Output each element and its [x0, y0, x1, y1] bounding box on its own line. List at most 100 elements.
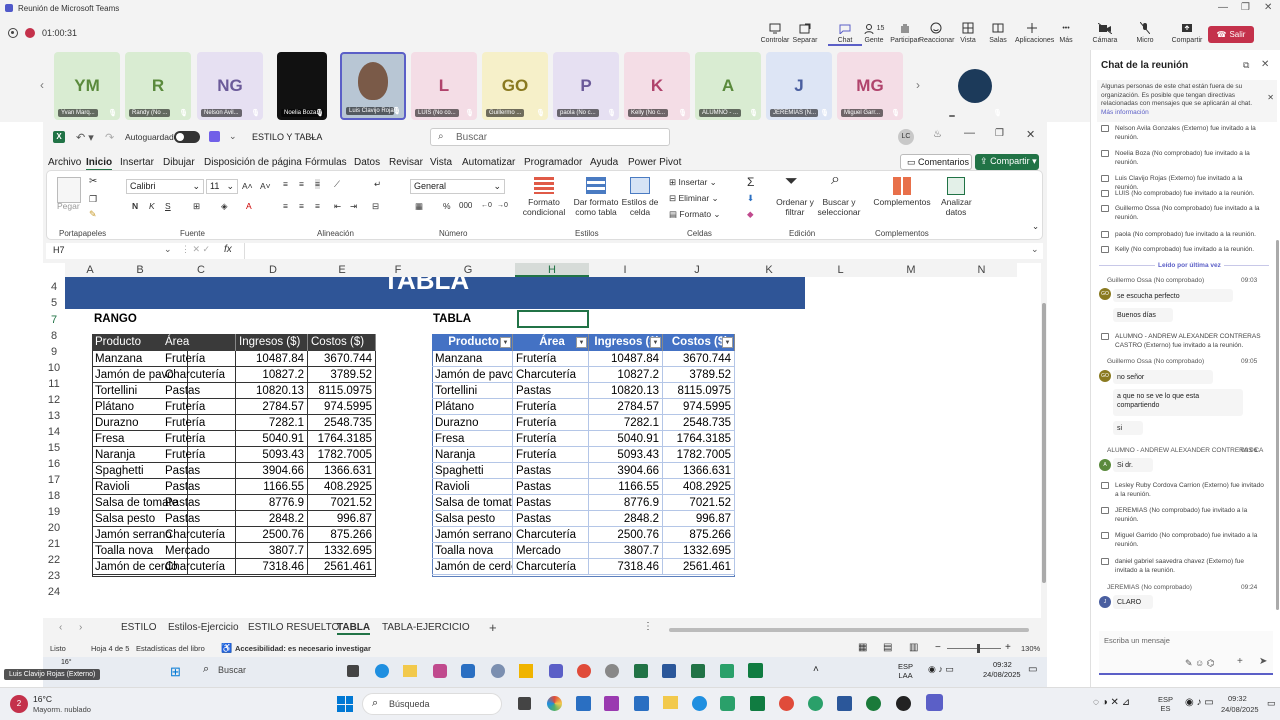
table-cell[interactable]: Ravioli [432, 479, 513, 495]
status-stats[interactable]: Estadísticas del libro [136, 644, 205, 653]
formula-input[interactable] [244, 243, 1040, 259]
inner-teams-icon[interactable] [549, 664, 563, 678]
inner-app6-icon[interactable] [691, 664, 705, 678]
ribbon-tab-11[interactable]: Ayuda [590, 157, 618, 168]
participant-tile[interactable]: 🎙 [945, 52, 1005, 120]
analyze-data-icon[interactable] [947, 177, 965, 195]
sheet-tab[interactable]: ESTILO [121, 622, 157, 633]
table-cell[interactable]: 1764.3185 [663, 431, 735, 447]
fx-icon[interactable]: fx [224, 244, 232, 255]
app-b-icon[interactable] [604, 696, 619, 711]
sheet-tab[interactable]: TABLA-EJERCICIO [382, 622, 470, 633]
table-cell[interactable]: 996.87 [308, 511, 376, 527]
table-cell[interactable]: 3807.7 [236, 543, 308, 559]
worksheet-grid[interactable]: A B C D E F G H I J K L M N 4 5 7 8 9 10 11 12 13 14 15 16 17 18 19 2… [43, 263, 1047, 618]
row-header[interactable]: 15 [43, 440, 65, 456]
format-painter-icon[interactable]: ✎ [89, 209, 97, 219]
row-header[interactable]: 22 [43, 552, 65, 568]
table-cell[interactable]: Pastas [162, 479, 236, 495]
table-cell[interactable]: 2848.2 [236, 511, 308, 527]
bold-icon[interactable]: N [132, 201, 138, 211]
sort-filter-icon[interactable]: ⏷ [785, 174, 798, 190]
table-cell[interactable]: 7318.46 [589, 559, 663, 575]
cell-styles-icon[interactable] [630, 177, 650, 194]
send-icon[interactable]: ➤ [1259, 656, 1267, 667]
table-cell[interactable]: Salsa de tomate [432, 495, 513, 511]
vertical-scroll-thumb[interactable] [1042, 303, 1046, 583]
name-box[interactable]: H7 [53, 245, 65, 255]
column-header[interactable]: H [515, 263, 589, 277]
table-cell[interactable]: 2561.461 [308, 559, 376, 575]
attach-plus-icon[interactable]: + [1237, 656, 1243, 667]
table-cell[interactable]: 7021.52 [308, 495, 376, 511]
filter-dropdown-icon[interactable]: ▼ [500, 337, 511, 348]
xl-close-icon[interactable]: ✕ [1026, 128, 1035, 141]
table-cell[interactable]: 10820.13 [236, 383, 308, 399]
shrink-font-icon[interactable]: A˅ [260, 181, 271, 191]
find-icon[interactable]: ⌕ [831, 172, 840, 188]
inner-tray-chevron-icon[interactable]: ˄ [813, 664, 819, 675]
table-cell[interactable]: 1782.7005 [663, 447, 735, 463]
view-button[interactable]: Vista [951, 21, 985, 44]
insert-cells-button[interactable]: ⊞ Insertar ⌄ [669, 177, 717, 187]
sheet-tab[interactable]: ESTILO RESUELTO [248, 622, 339, 633]
namebox-chevron-icon[interactable]: ⌄ [164, 244, 172, 255]
align-top-icon[interactable]: ≡ [283, 179, 288, 189]
percent-icon[interactable]: % [443, 201, 451, 211]
ribbon-tab-6[interactable]: Datos [354, 157, 380, 168]
ribbon-tab-9[interactable]: Automatizar [462, 157, 515, 168]
inner-explorer-icon[interactable] [403, 665, 417, 677]
table-cell[interactable]: 8115.0975 [308, 383, 376, 399]
table-cell[interactable]: Pastas [162, 495, 236, 511]
table-cell[interactable]: Pastas [513, 383, 589, 399]
table-cell[interactable]: 1166.55 [236, 479, 308, 495]
participant-tile[interactable]: Luis Clavijo Roja... 🎙 [340, 52, 406, 120]
autosum-icon[interactable]: Σ [747, 176, 754, 188]
inner-search-label[interactable]: Buscar [218, 665, 246, 675]
analyze-data-label[interactable]: Analizar datos [941, 197, 972, 217]
addins-label[interactable]: Complementos [871, 197, 933, 207]
mic-button[interactable]: Micro [1128, 21, 1162, 44]
teams-taskbar-icon[interactable] [926, 694, 943, 711]
format-as-table-label[interactable]: Dar formato como tabla [569, 197, 623, 217]
sort-filter-label[interactable]: Ordenar y filtrar [774, 197, 816, 217]
conditional-format-label[interactable]: Formato condicional [519, 197, 569, 217]
sheet-prev-icon[interactable]: ‹ [59, 622, 62, 633]
start-icon[interactable] [337, 696, 353, 712]
table-cell[interactable]: 10827.2 [236, 367, 308, 383]
comma-style-icon[interactable]: 000 [459, 201, 472, 211]
table-cell[interactable]: Frutería [513, 415, 589, 431]
table-cell[interactable]: Charcutería [513, 559, 589, 575]
table-cell[interactable]: 1166.55 [589, 479, 663, 495]
row-header[interactable]: 18 [43, 488, 65, 504]
share-screen-button[interactable]: Compartir [1170, 21, 1204, 44]
table-cell[interactable]: 1332.695 [663, 543, 735, 559]
participant-tile[interactable]: YM Yvan Marq... 🎙 [54, 52, 120, 120]
format-cells-button[interactable]: ▤ Formato ⌄ [669, 209, 721, 219]
qat-menu-icon[interactable]: ⌄ [229, 131, 237, 142]
table-cell[interactable]: 8776.9 [589, 495, 663, 511]
lightbulb-icon[interactable]: ♨ [933, 129, 942, 140]
participant-tile[interactable]: J JEREMIAS (N... 🎙 [766, 52, 832, 120]
table-cell[interactable]: Frutería [513, 447, 589, 463]
chrome-icon[interactable] [779, 696, 794, 711]
increase-indent-icon[interactable]: ⇥ [350, 201, 357, 211]
table-cell[interactable]: Charcutería [513, 367, 589, 383]
filter-dropdown-icon[interactable]: ▼ [650, 337, 661, 348]
table-header-cell[interactable]: Ingresos ($) [236, 334, 308, 351]
autosave-toggle[interactable] [174, 131, 200, 143]
table-header-cell[interactable]: Costos ($) [308, 334, 376, 351]
table-cell[interactable]: 2561.461 [663, 559, 735, 575]
table-cell[interactable]: 1366.631 [663, 463, 735, 479]
normal-view-icon[interactable]: ▦ [858, 642, 867, 653]
table-cell[interactable]: 875.266 [663, 527, 735, 543]
maximize-icon[interactable]: ❐ [1241, 2, 1250, 13]
row-header[interactable]: 12 [43, 392, 65, 408]
raise-hand-button[interactable]: Participar [888, 21, 922, 44]
number-format-select[interactable]: General ⌄ [410, 179, 505, 194]
table-cell[interactable]: Salsa pesto [432, 511, 513, 527]
table-cell[interactable]: 5040.91 [589, 431, 663, 447]
participant-tile[interactable]: Ppaola (No c... 🎙 [553, 52, 619, 120]
table-cell[interactable]: 3807.7 [589, 543, 663, 559]
table-cell[interactable]: Frutería [162, 447, 236, 463]
